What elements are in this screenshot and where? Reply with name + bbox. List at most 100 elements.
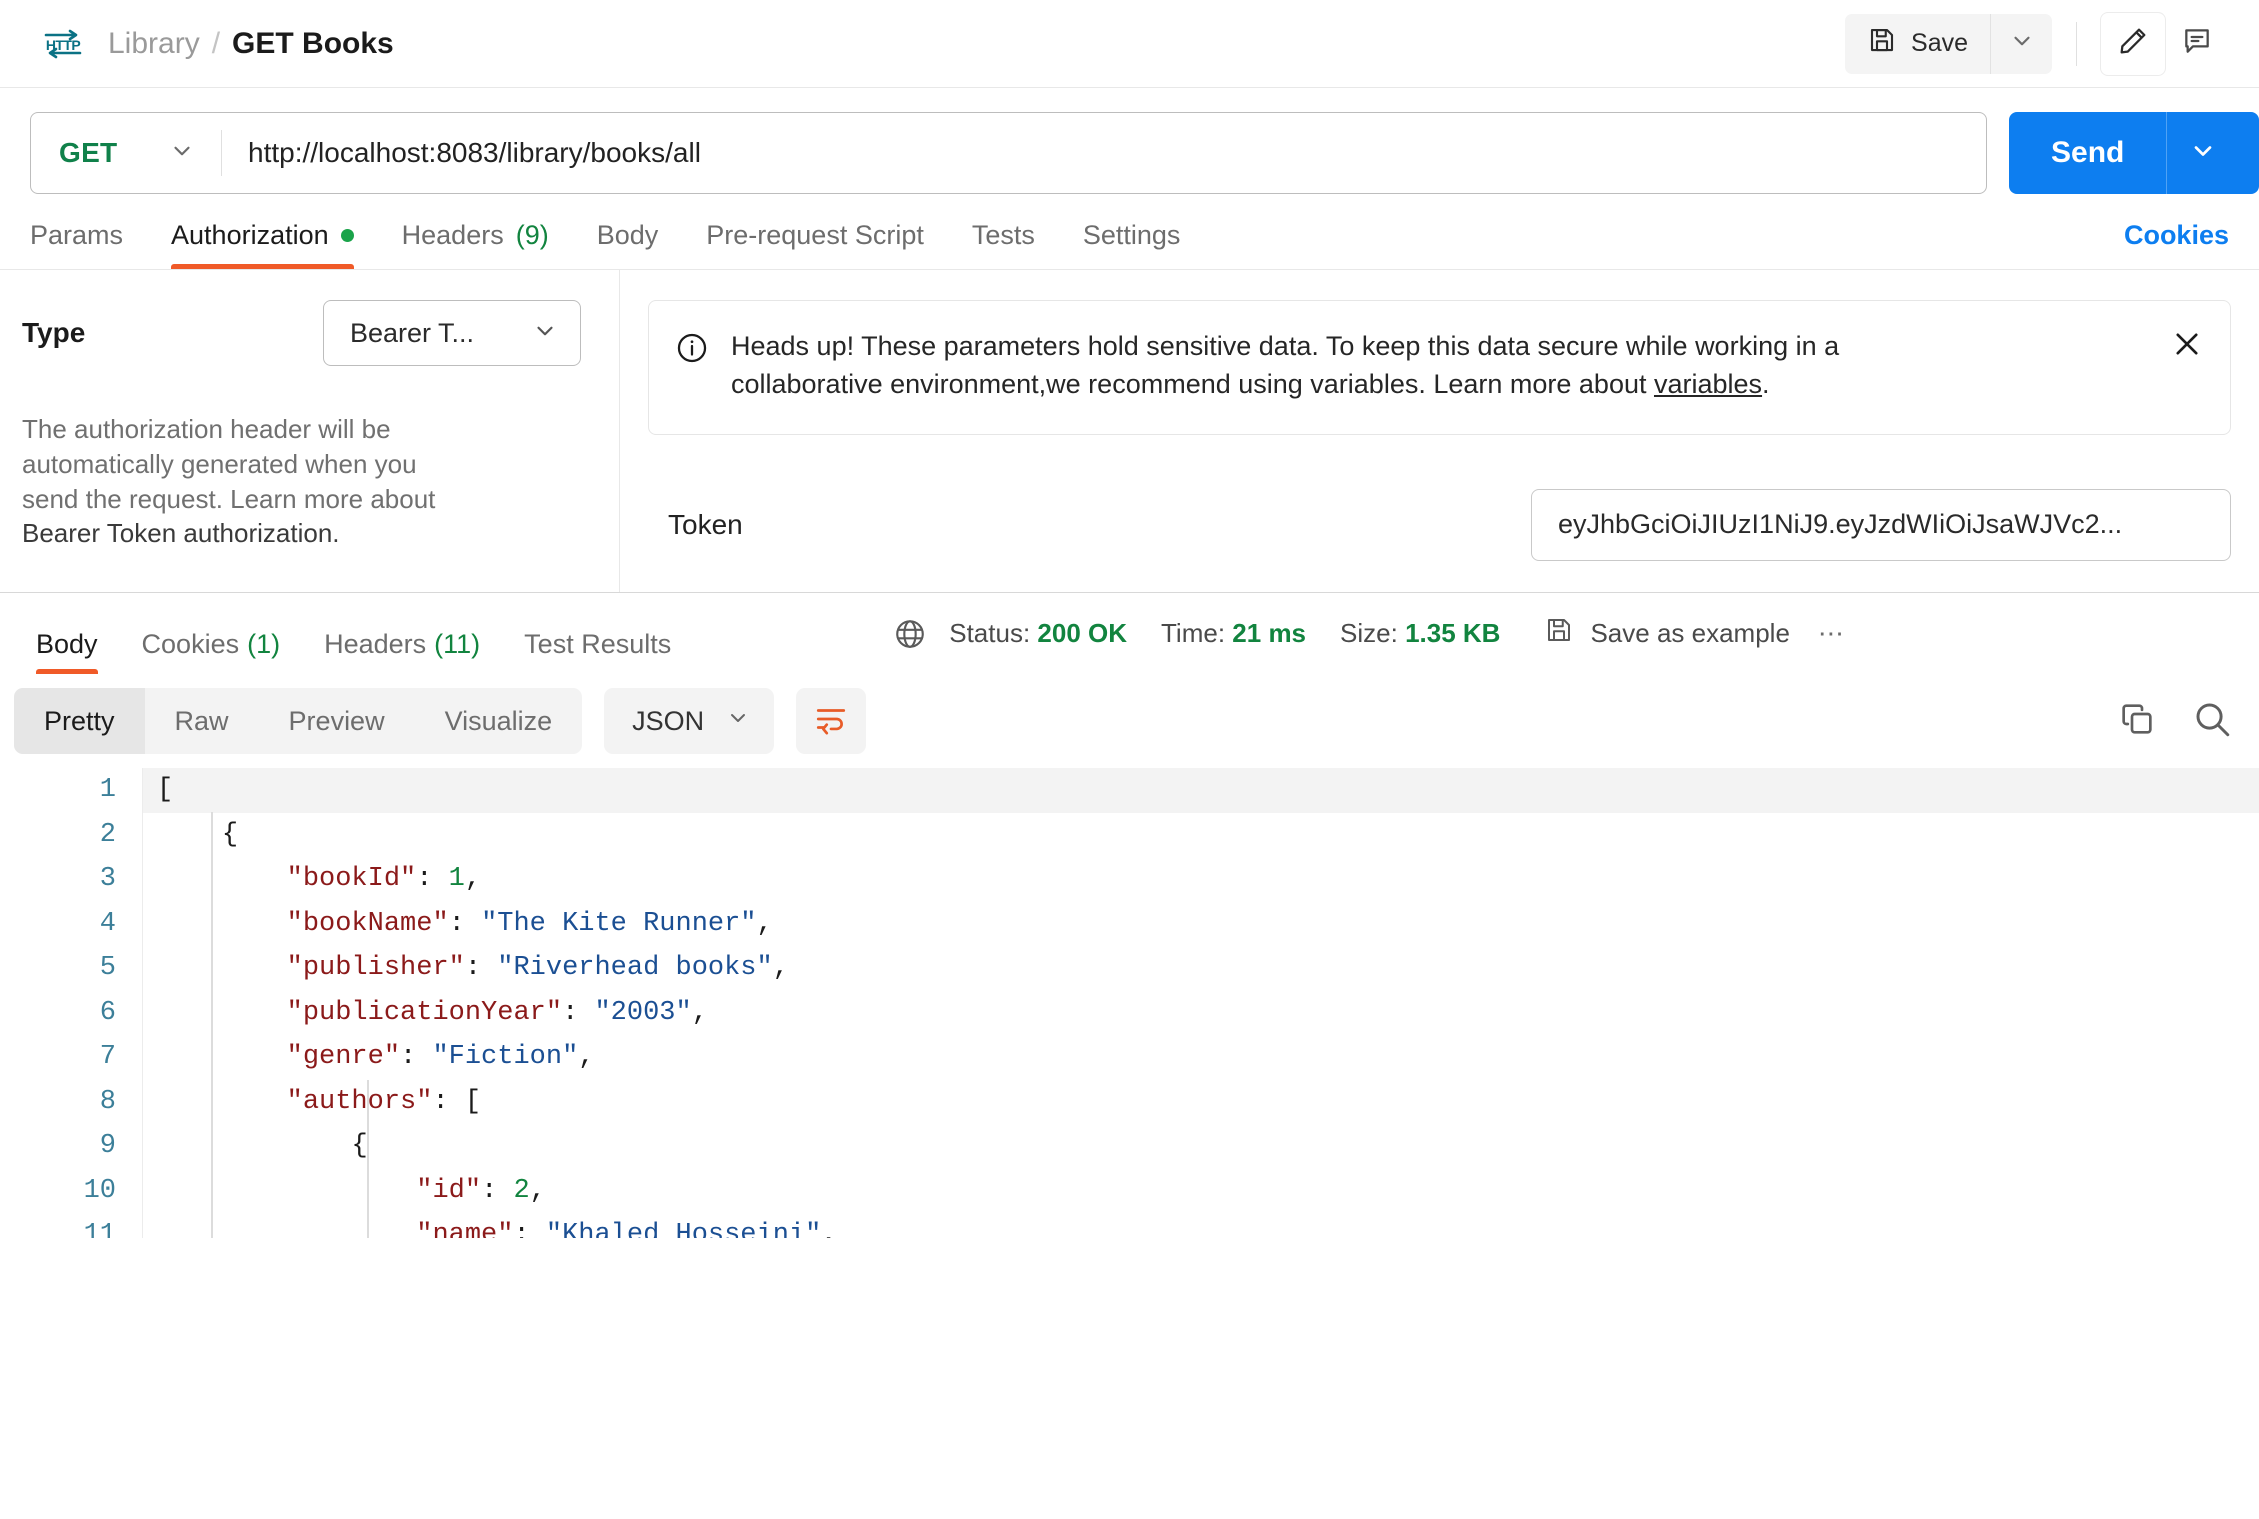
code-line: [ bbox=[143, 768, 2259, 813]
indent-guide bbox=[211, 812, 213, 1238]
request-url-container: GET http://localhost:8083/library/books/… bbox=[30, 112, 1987, 194]
authorization-panel: Type Bearer T... The authorization heade… bbox=[0, 270, 2259, 592]
save-options-button[interactable] bbox=[1990, 13, 2052, 74]
response-tab-headers[interactable]: Headers (11) bbox=[302, 593, 502, 674]
line-number: 6 bbox=[99, 997, 116, 1028]
response-tab-headers-count: (11) bbox=[434, 629, 481, 659]
edit-request-button[interactable] bbox=[2101, 12, 2165, 75]
send-options-button[interactable] bbox=[2166, 112, 2238, 194]
ellipsis-icon[interactable]: ⋯ bbox=[1818, 618, 1844, 649]
response-tabs: Body Cookies (1) Headers (11) Test Resul… bbox=[14, 593, 693, 674]
tab-params[interactable]: Params bbox=[30, 220, 147, 269]
response-body-code-viewer[interactable]: 123456789101112131415 [ { "bookId": 1, "… bbox=[0, 768, 2259, 1238]
line-number: 1 bbox=[99, 775, 116, 805]
time-label: Time: bbox=[1161, 618, 1226, 648]
view-mode-pretty[interactable]: Pretty bbox=[14, 688, 145, 754]
indent-guide bbox=[367, 1080, 369, 1238]
auth-type-label: Type bbox=[22, 317, 86, 348]
code-line: { bbox=[351, 1131, 368, 1161]
comments-button[interactable] bbox=[2165, 13, 2229, 75]
copy-icon[interactable] bbox=[2117, 699, 2157, 744]
response-tab-test-results[interactable]: Test Results bbox=[502, 593, 693, 674]
response-format-select[interactable]: JSON bbox=[604, 688, 775, 754]
response-viewer-toolbar: Pretty Raw Preview Visualize JSON bbox=[0, 674, 2259, 768]
comment-icon bbox=[2181, 25, 2213, 62]
header-divider bbox=[2076, 21, 2077, 66]
code-line: "genre": "Fiction", bbox=[286, 1042, 595, 1072]
view-mode-preview[interactable]: Preview bbox=[259, 688, 415, 754]
size-value: 1.35 KB bbox=[1405, 618, 1501, 648]
response-tab-test-results-label: Test Results bbox=[524, 629, 672, 659]
code-line: "bookName": "The Kite Runner", bbox=[286, 908, 773, 939]
tab-authorization[interactable]: Authorization bbox=[147, 220, 378, 269]
chevron-down-icon bbox=[2189, 137, 2217, 170]
view-mode-segmented-control: Pretty Raw Preview Visualize bbox=[14, 688, 583, 754]
view-mode-raw[interactable]: Raw bbox=[145, 688, 259, 754]
http-method-label: GET bbox=[59, 137, 118, 168]
code-content[interactable]: [ { "bookId": 1, "bookName": "The Kite R… bbox=[142, 768, 2259, 1238]
auth-type-select[interactable]: Bearer T... bbox=[323, 300, 581, 366]
search-icon[interactable] bbox=[2191, 698, 2233, 745]
status-value: 200 OK bbox=[1037, 618, 1128, 648]
line-number: 4 bbox=[99, 908, 116, 939]
token-label: Token bbox=[668, 508, 743, 540]
chevron-down-icon bbox=[2009, 28, 2035, 59]
page-title: GET Books bbox=[232, 26, 394, 60]
tab-authorization-label: Authorization bbox=[171, 220, 329, 250]
breadcrumb: Library / GET Books bbox=[108, 27, 394, 61]
floppy-disk-icon bbox=[1544, 615, 1574, 652]
breadcrumb-collection[interactable]: Library bbox=[108, 27, 200, 61]
tab-body[interactable]: Body bbox=[573, 220, 683, 269]
chevron-down-icon bbox=[726, 706, 750, 737]
response-tab-cookies[interactable]: Cookies (1) bbox=[120, 593, 303, 674]
auth-description: The authorization header will be automat… bbox=[22, 412, 581, 551]
line-number: 2 bbox=[99, 819, 116, 850]
header-actions: Save bbox=[1845, 12, 2229, 75]
code-line: "authors": [ bbox=[286, 1086, 482, 1117]
view-mode-visualize[interactable]: Visualize bbox=[415, 688, 583, 754]
url-input[interactable]: http://localhost:8083/library/books/all bbox=[222, 137, 1986, 169]
auth-type-value: Bearer T... bbox=[350, 317, 475, 348]
token-row: Token eyJhbGciOiJIUzI1NiJ9.eyJzdWIiOiJsa… bbox=[648, 488, 2231, 561]
tab-settings[interactable]: Settings bbox=[1059, 220, 1205, 269]
chevron-down-icon bbox=[532, 318, 558, 349]
notice-text: Heads up! These parameters hold sensitiv… bbox=[731, 327, 1839, 404]
save-as-example-button[interactable]: Save as example bbox=[1544, 615, 1790, 652]
url-bar-row: GET http://localhost:8083/library/books/… bbox=[0, 88, 2259, 194]
tab-pre-request-script-label: Pre-request Script bbox=[706, 220, 924, 250]
notice-line-1: Heads up! These parameters hold sensitiv… bbox=[731, 331, 1840, 361]
tab-tests[interactable]: Tests bbox=[948, 220, 1059, 269]
time-badge: Time: 21 ms bbox=[1161, 618, 1306, 649]
tab-pre-request-script[interactable]: Pre-request Script bbox=[682, 220, 948, 269]
response-tab-body-label: Body bbox=[36, 629, 98, 659]
request-tabs: Params Authorization Headers (9) Body Pr… bbox=[0, 194, 2259, 270]
pencil-icon bbox=[2117, 25, 2149, 62]
time-value: 21 ms bbox=[1232, 618, 1307, 648]
auth-description-line-4: Bearer Token authorization. bbox=[22, 518, 340, 549]
response-status-bar: Body Cookies (1) Headers (11) Test Resul… bbox=[0, 592, 2259, 674]
auth-config-column: Heads up! These parameters hold sensitiv… bbox=[620, 270, 2259, 592]
globe-icon bbox=[893, 617, 927, 651]
line-number: 5 bbox=[99, 953, 116, 983]
http-method-select[interactable]: GET bbox=[31, 113, 221, 193]
send-button[interactable]: Send bbox=[2009, 112, 2166, 194]
cookies-link[interactable]: Cookies bbox=[2124, 220, 2229, 269]
token-input[interactable]: eyJhbGciOiJIUzI1NiJ9.eyJzdWIiOiJsaWJVc2.… bbox=[1531, 488, 2231, 561]
word-wrap-toggle[interactable] bbox=[796, 688, 867, 754]
variables-link[interactable]: variables bbox=[1654, 369, 1762, 399]
code-line: "publicationYear": "2003", bbox=[286, 997, 708, 1028]
word-wrap-icon bbox=[814, 702, 848, 741]
line-number: 3 bbox=[99, 864, 116, 894]
response-tab-body[interactable]: Body bbox=[14, 593, 120, 674]
save-button[interactable]: Save bbox=[1845, 14, 1990, 74]
close-icon[interactable] bbox=[2170, 327, 2204, 366]
info-circle-icon bbox=[675, 331, 709, 370]
breadcrumb-separator: / bbox=[211, 26, 221, 60]
status-label: Status: bbox=[949, 618, 1031, 648]
sensitive-data-notice: Heads up! These parameters hold sensitiv… bbox=[648, 300, 2231, 435]
code-line: { bbox=[221, 819, 239, 850]
tab-headers[interactable]: Headers (9) bbox=[378, 220, 573, 269]
tab-tests-label: Tests bbox=[971, 220, 1035, 250]
line-number: 9 bbox=[99, 1131, 116, 1161]
response-tab-headers-label: Headers bbox=[324, 629, 427, 659]
